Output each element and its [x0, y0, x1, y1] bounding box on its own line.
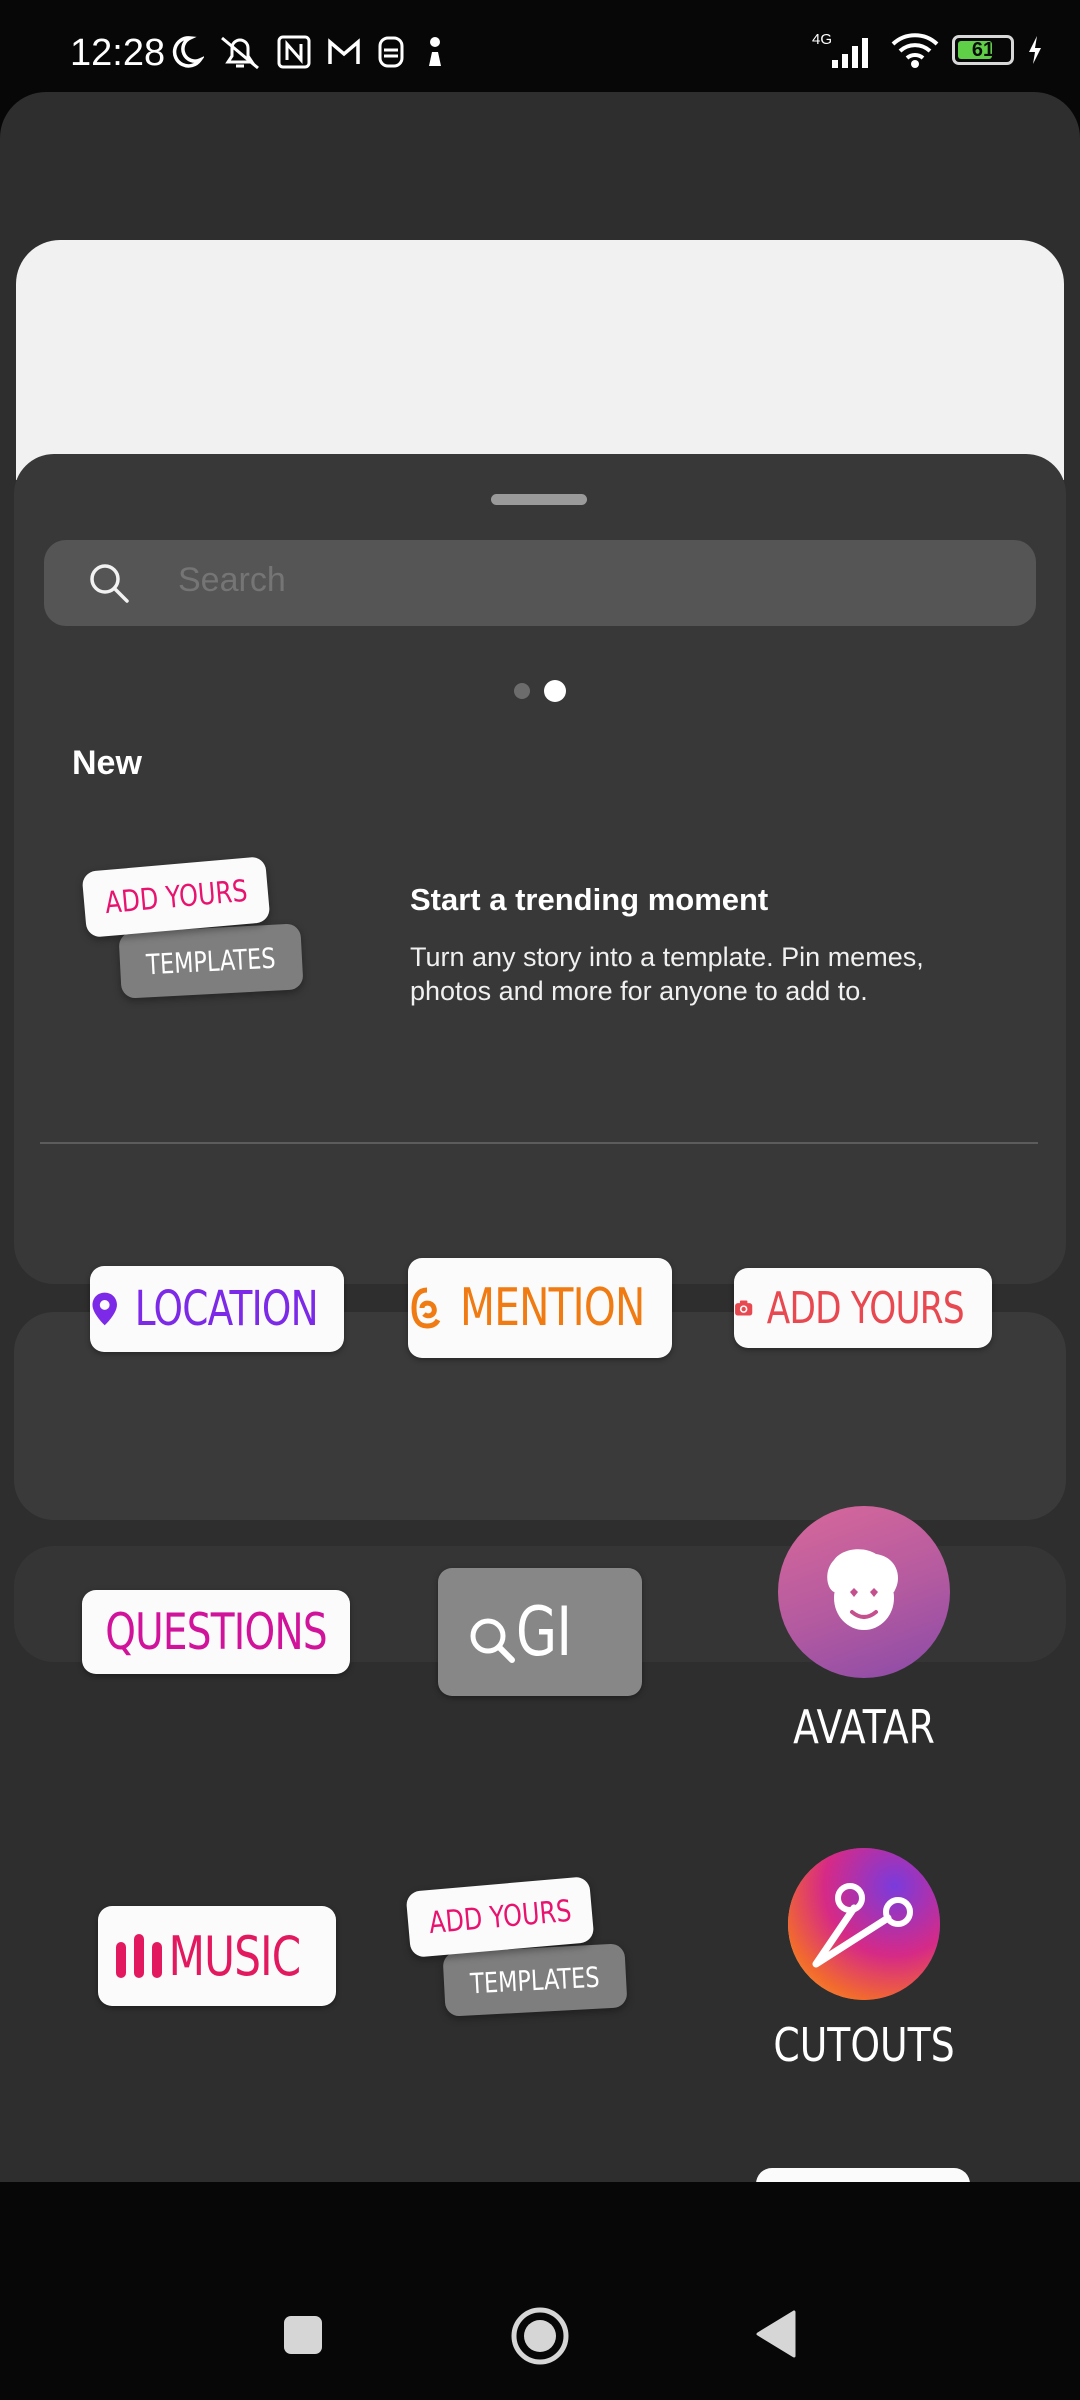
music-sticker-label: MUSIC [169, 1924, 302, 1988]
templates-sticker-top-label: ADD YOURS [103, 873, 249, 921]
charging-icon [1029, 36, 1041, 64]
page-dot-1[interactable] [514, 683, 530, 699]
gif-sticker-label: GI [516, 1592, 572, 1672]
navigation-bar [0, 2182, 1080, 2400]
add-yours-sticker-label: ADD YOURS [767, 1282, 965, 1334]
music-sticker[interactable]: MUSIC [98, 1906, 336, 2006]
location-sticker[interactable]: LOCATION [90, 1266, 344, 1352]
status-icons-right: 4G 61 [812, 30, 1044, 70]
location-pin-icon [92, 1292, 117, 1326]
questions-sticker[interactable]: QUESTIONS [82, 1590, 350, 1674]
avatar-face-icon [827, 1549, 898, 1630]
templates-sticker-bottom: TEMPLATES [118, 923, 304, 999]
nfc-icon [277, 35, 311, 69]
search-input[interactable] [176, 560, 980, 601]
cutouts-label: CUTOUTS [773, 2018, 955, 2072]
home-button[interactable] [510, 2306, 570, 2366]
wifi-icon [891, 33, 939, 68]
story-canvas-preview [16, 240, 1064, 480]
chess-icon [429, 37, 441, 66]
moon-icon [172, 36, 204, 68]
mention-sticker-label: MENTION [459, 1278, 645, 1338]
templates-row-sticker-top-label: ADD YOURS [427, 1893, 573, 1941]
mention-sticker[interactable]: MENTION [408, 1258, 672, 1358]
divider [40, 1142, 1038, 1144]
status-icons-left [168, 34, 450, 72]
new-item-description: Turn any story into a template. Pin meme… [410, 942, 924, 1006]
new-templates-feature[interactable]: TEMPLATES ADD YOURS Start a trending mom… [0, 840, 1080, 1040]
network-type: 4G [812, 31, 832, 48]
location-sticker-label: LOCATION [135, 1281, 319, 1337]
templates-sticker[interactable]: TEMPLATES ADD YOURS [400, 1864, 640, 2024]
app-icon [378, 36, 404, 68]
templates-row-sticker-bottom-label: TEMPLATES [469, 1960, 601, 2000]
new-item-title: Start a trending moment [410, 882, 769, 917]
search-bar[interactable] [44, 540, 1036, 626]
avatar-sticker[interactable] [778, 1506, 950, 1678]
music-bars-icon [116, 1934, 163, 1978]
battery-icon: 61 [952, 35, 1014, 65]
add-yours-sticker[interactable]: ADD YOURS [734, 1268, 992, 1348]
questions-sticker-label: QUESTIONS [105, 1603, 327, 1661]
cutouts-sticker[interactable] [788, 1848, 940, 2000]
signal-icon: 4G [812, 31, 868, 68]
alarm-off-icon [221, 36, 259, 70]
page-dot-2[interactable] [544, 680, 566, 702]
templates-sticker-bottom-label: TEMPLATES [145, 941, 277, 981]
status-time: 12:28 [70, 32, 166, 74]
threads-at-icon [411, 1287, 440, 1329]
camera-icon [735, 1300, 753, 1316]
templates-row-sticker-bottom: TEMPLATES [442, 1943, 628, 2017]
gif-sticker[interactable]: GI [438, 1568, 642, 1696]
search-icon [90, 564, 129, 603]
gmail-icon [328, 38, 360, 64]
status-bar: 12:28 4G 61 [0, 0, 1080, 90]
back-button[interactable] [754, 2308, 798, 2360]
scissors-icon [812, 1883, 913, 1968]
section-title-new: New [72, 744, 142, 782]
drag-handle[interactable] [491, 494, 587, 505]
recents-button[interactable] [282, 2314, 324, 2356]
page-indicator [514, 680, 566, 702]
avatar-label: AVATAR [793, 1700, 935, 1754]
gif-search-icon [470, 1618, 515, 1663]
battery-level: 61 [971, 39, 995, 61]
